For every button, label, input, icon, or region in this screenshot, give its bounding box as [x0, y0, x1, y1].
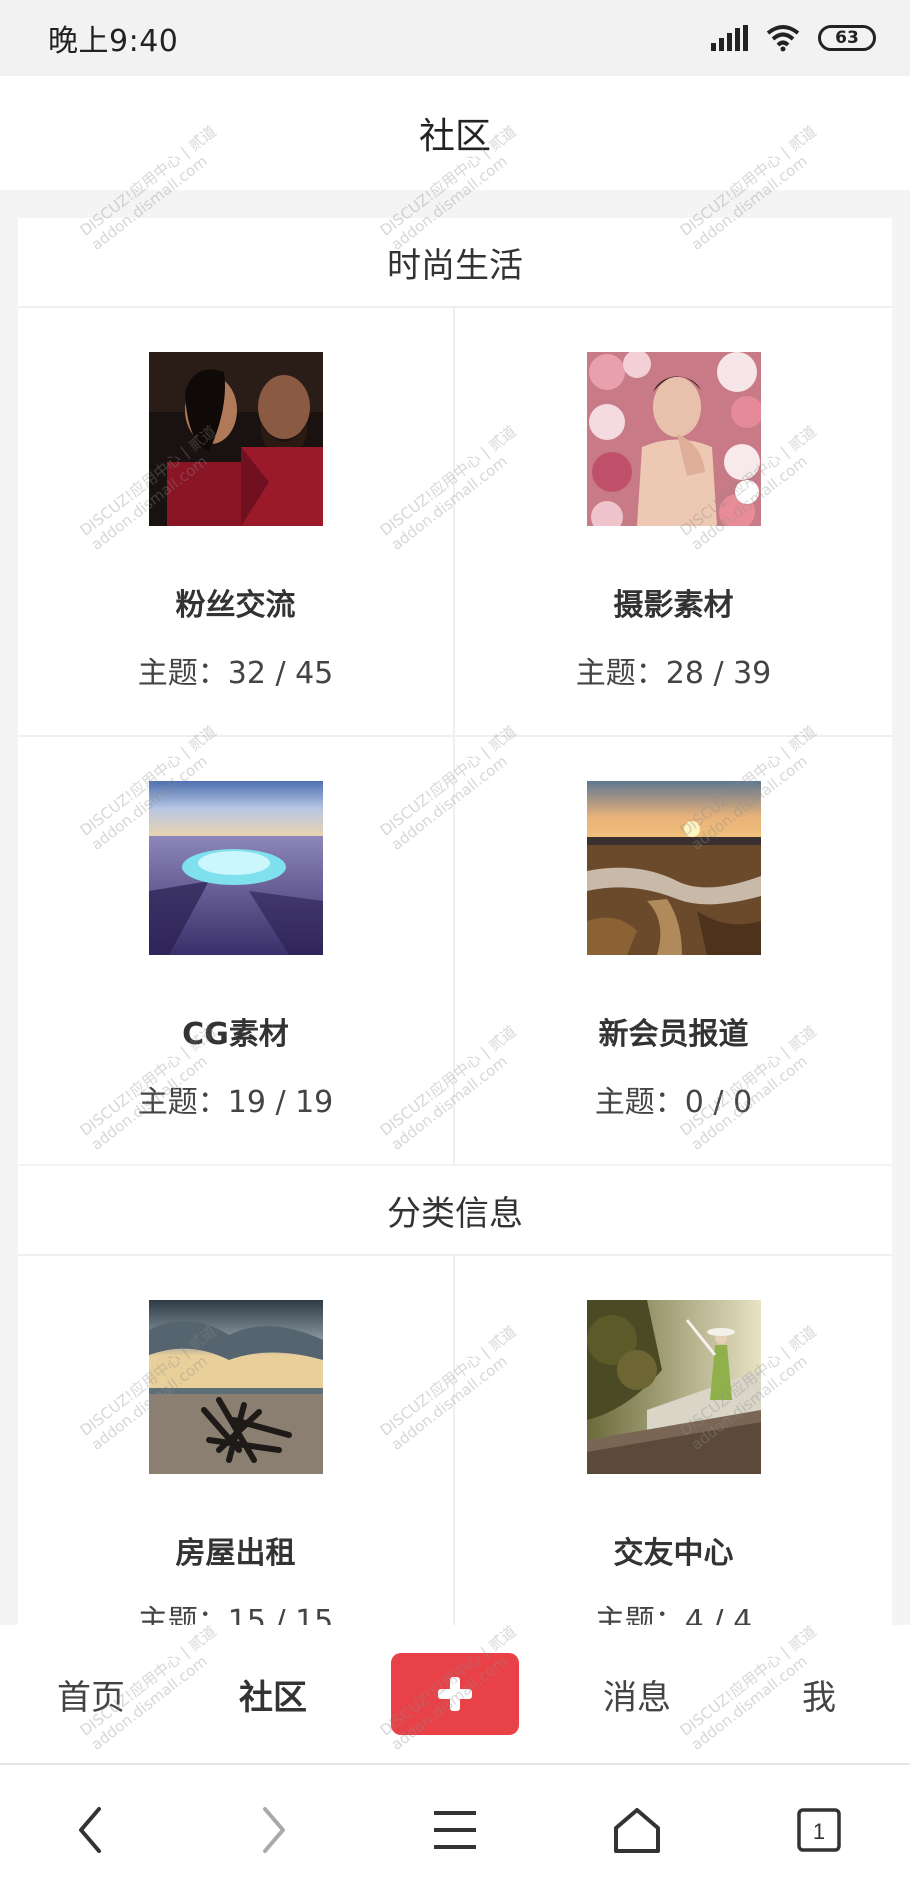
- section-title: 时尚生活: [18, 218, 892, 308]
- forum-name: CG素材: [182, 1017, 289, 1052]
- chevron-right-icon: [263, 1807, 285, 1853]
- forum-name: 房屋出租: [175, 1536, 296, 1571]
- forum-grid: 房屋出租 主题：15 / 15 交友中心 主题：4 / 4: [18, 1256, 892, 1625]
- forum-stats: 主题：28 / 39: [575, 656, 772, 691]
- forum-card[interactable]: 摄影素材 主题：28 / 39: [455, 308, 892, 735]
- status-icons: 63: [711, 24, 876, 52]
- back-button[interactable]: [46, 1785, 136, 1875]
- forum-name: 交友中心: [613, 1536, 734, 1571]
- forum-card[interactable]: 交友中心 主题：4 / 4: [455, 1256, 892, 1625]
- svg-text:1: 1: [813, 1819, 825, 1844]
- tab-home[interactable]: 首页: [0, 1670, 182, 1719]
- forum-thumbnail: [148, 352, 323, 526]
- tab-community[interactable]: 社区: [182, 1670, 364, 1719]
- forum-thumbnail: [148, 781, 323, 955]
- home-button[interactable]: [592, 1785, 682, 1875]
- forum-stats: 主题：32 / 45: [137, 656, 334, 691]
- forum-card[interactable]: 新会员报道 主题：0 / 0: [455, 737, 892, 1164]
- forum-stats: 主题：15 / 15: [137, 1604, 334, 1625]
- tab-me[interactable]: 我: [728, 1670, 910, 1719]
- battery-level: 63: [835, 28, 859, 48]
- forum-stats: 主题：4 / 4: [594, 1604, 753, 1625]
- new-post-button[interactable]: [391, 1653, 519, 1735]
- forum-card[interactable]: 房屋出租 主题：15 / 15: [18, 1256, 453, 1625]
- bottom-tab-bar: 首页 社区 消息 我: [0, 1625, 910, 1765]
- menu-icon: [434, 1811, 476, 1849]
- forum-grid: 粉丝交流 主题：32 / 45 摄影素材 主题：28 / 39 CG素材 主题：…: [18, 308, 892, 1164]
- battery-icon: 63: [818, 25, 876, 51]
- forum-card[interactable]: CG素材 主题：19 / 19: [18, 737, 453, 1164]
- wifi-icon: [766, 25, 800, 52]
- section-title: 分类信息: [18, 1166, 892, 1256]
- app-header: 社区: [0, 76, 910, 190]
- forum-thumbnail: [586, 1300, 761, 1474]
- forum-thumbnail: [148, 1300, 323, 1474]
- tab-messages[interactable]: 消息: [546, 1670, 728, 1719]
- browser-nav-bar: 1: [0, 1765, 910, 1895]
- home-icon: [614, 1808, 660, 1853]
- tabs-count-icon: 1: [797, 1808, 841, 1852]
- plus-icon: [438, 1677, 472, 1711]
- forum-thumbnail: [586, 781, 761, 955]
- forum-stats: 主题：0 / 0: [594, 1085, 753, 1120]
- forward-button[interactable]: [228, 1785, 318, 1875]
- forum-thumbnail: [586, 352, 761, 526]
- tab-post: [364, 1653, 546, 1735]
- forum-name: 粉丝交流: [175, 588, 296, 623]
- forum-name: 摄影素材: [613, 588, 734, 623]
- tabs-button[interactable]: 1: [774, 1785, 864, 1875]
- signal-icon: [711, 25, 748, 51]
- menu-button[interactable]: [410, 1785, 500, 1875]
- status-time: 晚上9:40: [48, 24, 179, 59]
- page-title: 社区: [418, 116, 491, 157]
- forum-stats: 主题：19 / 19: [137, 1085, 334, 1120]
- chevron-left-icon: [79, 1807, 101, 1853]
- forum-name: 新会员报道: [598, 1017, 749, 1052]
- forum-card[interactable]: 粉丝交流 主题：32 / 45: [18, 308, 453, 735]
- forum-list: 时尚生活 粉丝交流 主题：32 / 45 摄影素材 主题：28 / 39 CG素…: [0, 190, 910, 1625]
- status-bar: 晚上9:40 63: [0, 0, 910, 76]
